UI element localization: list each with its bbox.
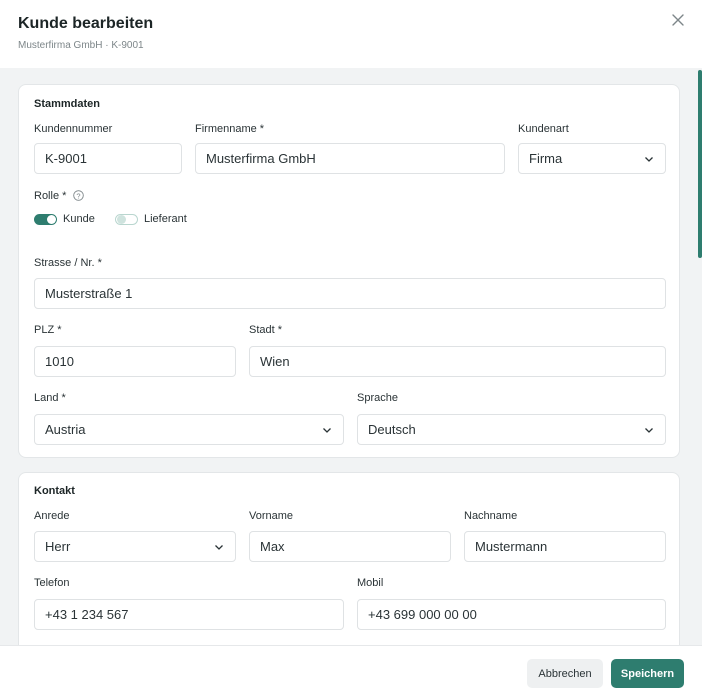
toggle-kunde[interactable]: Kunde [34,213,95,225]
strasse-label: Strasse / Nr. * [34,257,102,269]
scrollbar[interactable] [697,68,702,645]
chevron-down-icon [645,427,653,433]
strasse-field[interactable]: Musterstraße 1 [34,278,666,309]
cancel-button[interactable]: Abbrechen [527,659,603,688]
dialog-body[interactable]: Stammdaten Kundennummer K-9001 Firmennam… [0,68,702,645]
chevron-down-icon [323,427,331,433]
plz-label: PLZ * [34,324,62,336]
rolle-label: Rolle * ? [34,190,85,202]
land-label: Land * [34,392,66,404]
nachname-label: Nachname [464,510,518,522]
anrede-select[interactable]: Herr [34,531,236,562]
firmenname-label: Firmenname * [195,123,265,135]
vorname-label: Vorname [249,510,294,522]
toggle-lieferant-label: Lieferant [144,213,187,225]
anrede-value: Herr [45,539,71,554]
nachname-field[interactable]: Mustermann [464,531,666,562]
mobil-field[interactable]: +43 699 000 00 00 [357,599,666,630]
stadt-field[interactable]: Wien [249,346,666,377]
help-icon[interactable]: ? [73,190,85,201]
anrede-label: Anrede [34,510,70,522]
toggle-lieferant[interactable]: Lieferant [115,213,187,225]
close-icon[interactable] [669,11,687,29]
kundenart-select[interactable]: Firma [518,143,666,174]
toggle-kunde-label: Kunde [63,213,95,225]
sprache-value: Deutsch [368,422,416,437]
kundennummer-label: Kundennummer [34,123,113,135]
kundenart-value: Firma [529,151,563,166]
chevron-down-icon [215,544,223,550]
toggle-switch-lieferant[interactable] [115,213,138,225]
vorname-field[interactable]: Max [249,531,451,562]
telefon-field[interactable]: +43 1 234 567 [34,599,344,630]
kontakt-title: Kontakt [34,485,75,497]
land-select[interactable]: Austria [34,414,344,445]
land-value: Austria [45,422,86,437]
mobil-label: Mobil [357,577,384,589]
save-button[interactable]: Speichern [611,659,684,688]
kontakt-card: Kontakt Anrede Herr Vorname Max Nachname… [18,472,680,645]
dialog-subtitle: Musterfirma GmbH · K-9001 [18,40,144,51]
toggle-switch-kunde[interactable] [34,213,57,225]
stadt-label: Stadt * [249,324,283,336]
dialog-title: Kunde bearbeiten [18,15,154,32]
plz-field[interactable]: 1010 [34,346,236,377]
sprache-select[interactable]: Deutsch [357,414,666,445]
dialog-footer: Abbrechen Speichern [0,645,702,697]
chevron-down-icon [645,156,653,162]
svg-text:?: ? [77,191,81,200]
kundenart-label: Kundenart [518,123,569,135]
telefon-label: Telefon [34,577,70,589]
kundennummer-field[interactable]: K-9001 [34,143,182,174]
firmenname-field[interactable]: Musterfirma GmbH [195,143,505,174]
dialog-header: Kunde bearbeiten Musterfirma GmbH · K-90… [0,0,702,68]
rolle-label-text: Rolle * [34,190,67,202]
sprache-label: Sprache [357,392,398,404]
stammdaten-title: Stammdaten [34,98,101,110]
scrollbar-thumb[interactable] [698,70,702,258]
stammdaten-card: Stammdaten Kundennummer K-9001 Firmennam… [18,84,680,458]
